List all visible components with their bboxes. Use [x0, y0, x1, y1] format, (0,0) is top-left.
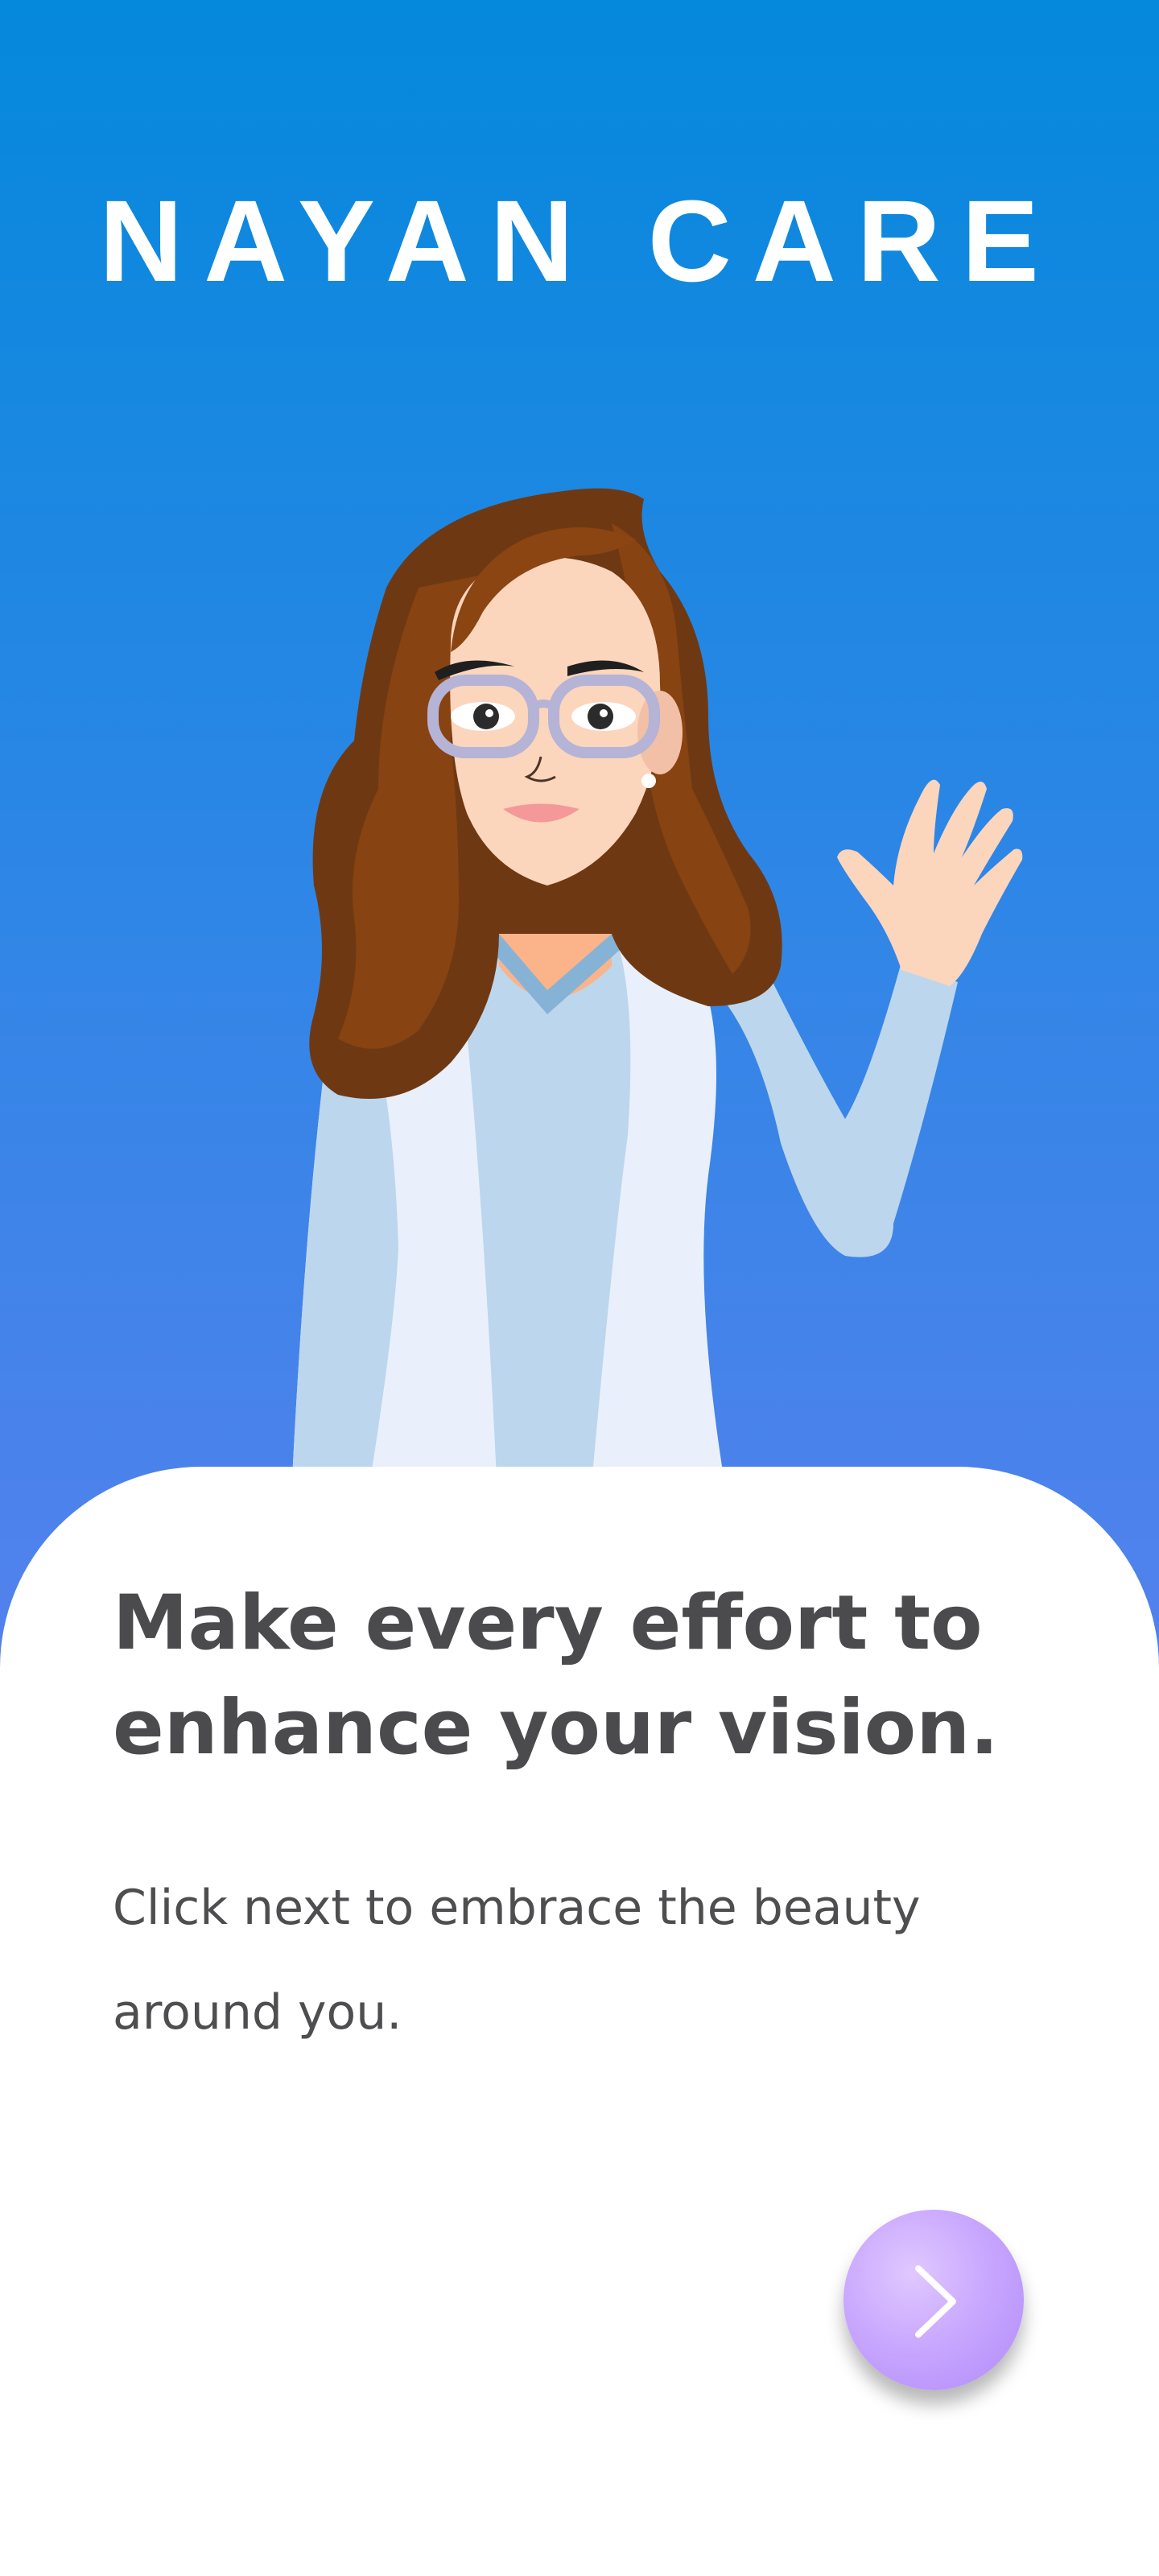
onboarding-subtext: Click next to embrace the beauty around … — [113, 1880, 921, 2041]
chevron-right-icon — [915, 2265, 956, 2338]
onboarding-screen: NAYAN CARE Make every effort to enhance … — [0, 0, 1159, 2576]
doctor-waving-illustration — [290, 488, 1023, 1530]
next-button[interactable] — [843, 2210, 1024, 2390]
onboarding-headline: Make every effort to enhance your vision… — [113, 1579, 999, 1772]
app-title: NAYAN CARE — [99, 176, 1060, 306]
